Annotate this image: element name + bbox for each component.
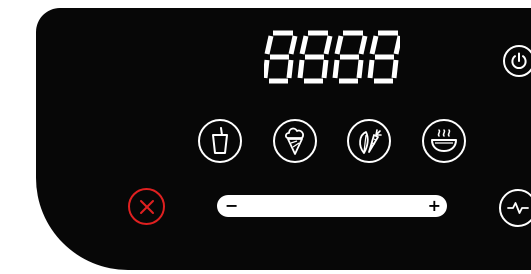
smoothie-program-button[interactable] [198, 119, 242, 163]
vegetables-program-button[interactable] [347, 119, 391, 163]
display-digit [264, 30, 298, 84]
pulse-button[interactable] [499, 189, 531, 227]
seven-segment-digits [264, 30, 400, 84]
speed-increase-label: + [427, 196, 441, 215]
power-button[interactable] [503, 45, 531, 77]
cancel-button[interactable] [128, 188, 165, 225]
power-icon [511, 52, 527, 70]
speed-decrease-label: − [225, 196, 239, 215]
led-display: 8888 [264, 30, 400, 86]
ice-cream-icon [284, 127, 304, 155]
cancel-x-icon [139, 199, 154, 214]
speed-slider[interactable]: − + [217, 195, 447, 217]
display-digit [297, 30, 333, 84]
pulse-wave-icon [507, 202, 529, 214]
ice-cream-program-button[interactable] [273, 119, 317, 163]
blender-control-panel: 8888 [36, 8, 531, 270]
vegetables-icon [359, 129, 382, 154]
display-digit [332, 30, 368, 84]
display-digit [367, 30, 400, 84]
smoothie-cup-icon [212, 127, 228, 154]
soup-program-button[interactable] [422, 119, 466, 163]
soup-bowl-icon [431, 129, 457, 152]
